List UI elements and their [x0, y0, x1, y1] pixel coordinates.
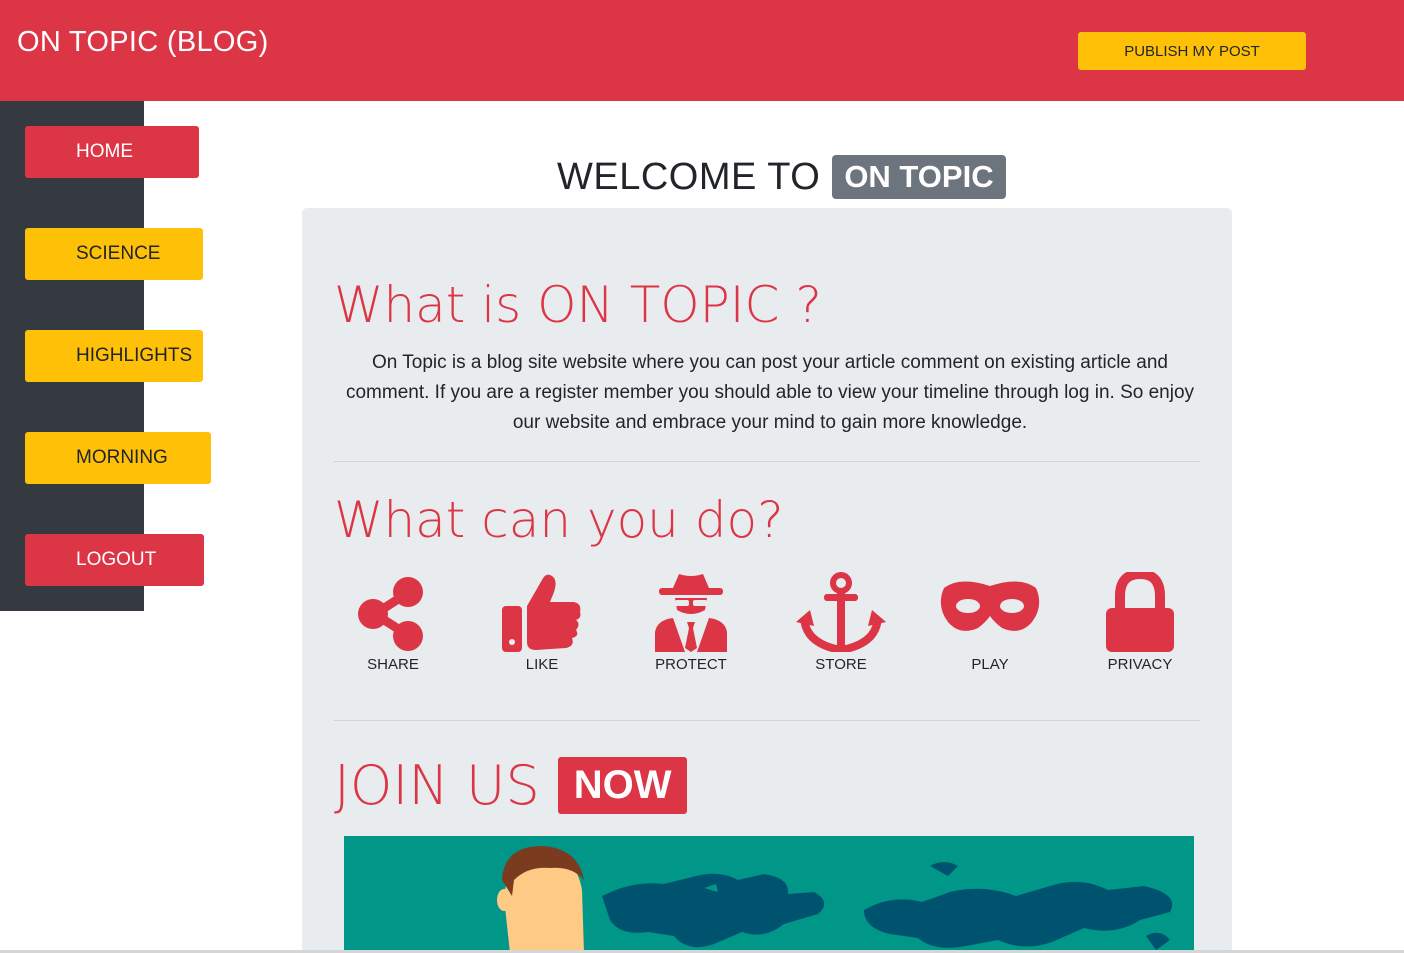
feature-protect[interactable]: PROTECT [636, 572, 746, 673]
welcome-heading: WELCOME TO ON TOPIC [557, 154, 1006, 200]
now-badge: NOW [557, 757, 688, 814]
world-map-illustration [497, 846, 1173, 953]
divider [334, 461, 1200, 462]
feature-label: PLAY [971, 656, 1009, 673]
features-heading: What can you do? [334, 491, 784, 549]
content-card: What is ON TOPIC ? On Topic is a blog si… [302, 208, 1232, 953]
share-icon [358, 577, 423, 651]
spy-icon [655, 574, 727, 652]
sidebar-item-morning[interactable]: MORNING [25, 432, 211, 484]
feature-share[interactable]: SHARE [338, 572, 448, 673]
feature-label: LIKE [525, 656, 559, 673]
brand-title[interactable]: ON TOPIC (BLOG) [17, 26, 269, 59]
feature-label: STORE [815, 656, 867, 673]
feature-play[interactable]: PLAY [935, 572, 1045, 673]
welcome-badge: ON TOPIC [832, 155, 1006, 199]
feature-privacy[interactable]: PRIVACY [1085, 572, 1195, 673]
lock-icon [1106, 572, 1174, 652]
mask-icon [940, 581, 1040, 631]
top-navbar: ON TOPIC (BLOG) PUBLISH MY POST [0, 0, 1404, 101]
join-banner-illustration [344, 836, 1194, 953]
feature-label: SHARE [367, 656, 419, 673]
feature-label: PROTECT [655, 656, 727, 673]
join-text: JOIN US [334, 754, 540, 817]
sidebar-item-science[interactable]: SCIENCE [25, 228, 203, 280]
sidebar-item-highlights[interactable]: HIGHLIGHTS [25, 330, 203, 382]
sidebar-item-logout[interactable]: LOGOUT [25, 534, 204, 586]
welcome-text: WELCOME TO [557, 155, 821, 198]
about-heading: What is ON TOPIC ? [334, 276, 822, 334]
anchor-icon [796, 572, 886, 652]
feature-store[interactable]: STORE [786, 572, 896, 673]
thumbs-up-icon [502, 574, 581, 652]
join-heading: JOIN US NOW [334, 754, 688, 817]
sidebar-item-home[interactable]: HOME [25, 126, 199, 178]
divider [334, 720, 1200, 721]
publish-my-post-button[interactable]: PUBLISH MY POST [1078, 32, 1306, 70]
feature-like[interactable]: LIKE [487, 572, 597, 673]
about-text: On Topic is a blog site website where yo… [345, 352, 1195, 433]
feature-label: PRIVACY [1107, 656, 1173, 673]
